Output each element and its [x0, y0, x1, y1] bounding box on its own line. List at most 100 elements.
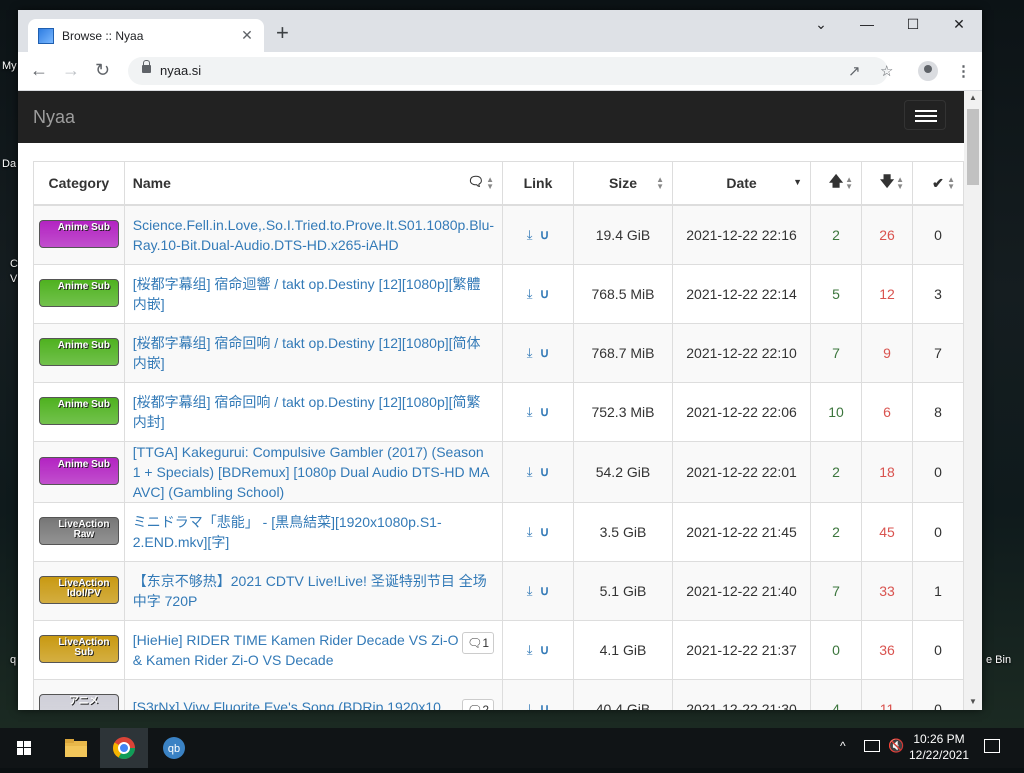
bookmark-star-icon[interactable]: ☆: [880, 62, 893, 80]
torrent-name-link[interactable]: ミニドラマ「悲能」 - [黒鳥結菜][1920x1080p.S1-2.END.m…: [133, 514, 442, 550]
column-header-completed[interactable]: ✔ ▲ ▼: [912, 161, 964, 206]
desktop-icon-label[interactable]: My: [2, 60, 17, 72]
favicon-icon: [38, 27, 54, 44]
close-window-button[interactable]: ✕: [936, 16, 982, 33]
address-bar[interactable]: nyaa.si: [128, 57, 888, 85]
desktop-icon-label[interactable]: Da: [2, 158, 16, 170]
seeders-cell: 2: [810, 502, 863, 562]
size-cell: 5.1 GiB: [572, 561, 674, 621]
torrent-name-link[interactable]: [桜都字幕组] 宿命回响 / takt op.Destiny [12][1080…: [133, 394, 481, 430]
lock-icon[interactable]: [142, 60, 151, 73]
leechers-cell: 26: [861, 204, 914, 265]
desktop-icon-label[interactable]: C: [10, 258, 18, 270]
comments-badge[interactable]: 🗨2: [462, 699, 495, 710]
category-badge[interactable]: Anime Sub: [38, 396, 119, 425]
category-badge[interactable]: LiveAction Sub: [38, 634, 119, 663]
column-header-size[interactable]: Size ▲ ▼: [572, 161, 674, 206]
category-badge[interactable]: Anime Sub: [38, 278, 119, 307]
name-cell: [桜都字幕组] 宿命回响 / takt op.Destiny [12][1080…: [123, 323, 504, 383]
magnet-icon[interactable]: ∪: [540, 404, 550, 419]
magnet-icon[interactable]: ∪: [540, 642, 550, 657]
desktop-icon-label[interactable]: e Bin: [986, 654, 1011, 666]
back-arrow-icon[interactable]: ←: [30, 60, 48, 80]
qbittorrent-icon[interactable]: qb: [150, 728, 198, 768]
system-clock[interactable]: 10:26 PM 12/22/2021: [906, 731, 972, 763]
site-brand[interactable]: Nyaa: [33, 107, 75, 128]
forward-arrow-icon[interactable]: →: [62, 60, 80, 80]
browser-tab[interactable]: Browse :: Nyaa ✕: [28, 19, 264, 52]
hamburger-menu-icon[interactable]: [904, 100, 946, 130]
torrent-name-link[interactable]: [桜都字幕组] 宿命回响 / takt op.Destiny [12][1080…: [133, 335, 481, 371]
download-icon[interactable]: ⤓: [527, 524, 533, 539]
file-explorer-icon[interactable]: [52, 728, 100, 768]
category-badge[interactable]: Anime Sub: [38, 456, 119, 485]
category-badge[interactable]: アニメ: [38, 693, 119, 710]
tab-close-icon[interactable]: ✕: [238, 27, 256, 44]
category-badge[interactable]: LiveAction Raw: [38, 516, 119, 545]
download-icon[interactable]: ⤓: [527, 464, 533, 479]
desktop-icon-label[interactable]: q: [10, 654, 16, 666]
download-icon[interactable]: ⤓: [527, 227, 533, 242]
url-text[interactable]: nyaa.si: [160, 63, 201, 78]
category-label: Anime Sub: [57, 339, 110, 351]
category-badge[interactable]: Anime Sub: [38, 337, 119, 366]
new-tab-button[interactable]: +: [276, 22, 289, 44]
torrent-name-link[interactable]: [桜都字幕组] 宿命迴響 / takt op.Destiny [12][1080…: [133, 276, 481, 312]
magnet-icon[interactable]: ∪: [540, 227, 550, 242]
download-icon[interactable]: ⤓: [527, 404, 533, 419]
torrent-name-link[interactable]: Science.Fell.in.Love,.So.I.Tried.to.Prov…: [133, 217, 494, 253]
menu-kebab-icon[interactable]: ⋮: [956, 62, 971, 80]
profile-avatar-icon[interactable]: [918, 61, 938, 81]
download-icon[interactable]: ⤓: [527, 701, 533, 710]
completed-cell: 1: [912, 561, 964, 621]
magnet-icon[interactable]: ∪: [540, 286, 550, 301]
sort-icon[interactable]: ▲ ▼: [845, 176, 853, 191]
vertical-scrollbar[interactable]: ▲ ▼: [964, 91, 982, 710]
column-header-seeders[interactable]: 🡅 ▲ ▼: [810, 161, 863, 206]
sort-icon[interactable]: ▲ ▼: [896, 176, 904, 191]
column-header-category[interactable]: Category: [33, 161, 125, 206]
tray-expand-icon[interactable]: ^: [840, 739, 846, 753]
notifications-icon[interactable]: [984, 739, 1000, 753]
magnet-icon[interactable]: ∪: [540, 583, 550, 598]
desktop-icon-label[interactable]: V: [10, 273, 17, 285]
clock-time: 10:26 PM: [913, 732, 965, 746]
scroll-up-icon[interactable]: ▲: [969, 93, 977, 102]
chrome-taskbar-icon[interactable]: [100, 728, 148, 768]
sort-icon[interactable]: ▲ ▼: [947, 176, 955, 191]
tab-search-icon[interactable]: ⌄: [798, 16, 844, 33]
volume-muted-icon[interactable]: 🔇: [888, 738, 904, 754]
download-icon[interactable]: ⤓: [527, 642, 533, 657]
sort-icon[interactable]: ▲ ▼: [486, 176, 494, 191]
download-icon[interactable]: ⤓: [527, 345, 533, 360]
sort-icon[interactable]: ▲ ▼: [656, 176, 664, 191]
column-header-leechers[interactable]: 🡇 ▲ ▼: [861, 161, 914, 206]
column-header-date[interactable]: Date ▼: [672, 161, 812, 206]
size-cell: 768.7 MiB: [572, 323, 674, 383]
sort-desc-icon[interactable]: ▼: [793, 178, 802, 187]
magnet-icon[interactable]: ∪: [540, 345, 550, 360]
scrollbar-thumb[interactable]: [967, 109, 979, 185]
torrent-name-link[interactable]: [S3rNx] Vivy Fluorite Eye's Song (BDRip …: [133, 699, 441, 710]
download-icon[interactable]: ⤓: [527, 286, 533, 301]
scroll-down-icon[interactable]: ▼: [969, 697, 977, 706]
reload-icon[interactable]: ↻: [95, 60, 110, 80]
download-icon[interactable]: ⤓: [527, 583, 533, 598]
torrent-name-link[interactable]: 【东京不够热】2021 CDTV Live!Live! 圣诞特别节目 全场中字 …: [133, 573, 487, 609]
start-button[interactable]: [0, 728, 48, 768]
seeders-cell: 10: [810, 382, 863, 442]
completed-cell: 0: [912, 204, 964, 265]
share-icon[interactable]: ↗: [848, 62, 861, 80]
minimize-button[interactable]: —: [844, 16, 890, 32]
torrent-name-link[interactable]: [HieHie] RIDER TIME Kamen Rider Decade V…: [133, 632, 459, 668]
category-badge[interactable]: Anime Sub: [38, 219, 119, 248]
magnet-icon[interactable]: ∪: [540, 701, 550, 710]
maximize-button[interactable]: ☐: [890, 16, 936, 33]
category-badge[interactable]: LiveAction Idol/PV: [38, 575, 119, 604]
comments-badge[interactable]: 🗨1: [462, 632, 495, 654]
magnet-icon[interactable]: ∪: [540, 464, 550, 479]
column-header-name[interactable]: Name 🗨 ▲ ▼: [123, 161, 504, 206]
torrent-name-link[interactable]: [TTGA] Kakegurui: Compulsive Gambler (20…: [133, 444, 489, 500]
magnet-icon[interactable]: ∪: [540, 524, 550, 539]
network-icon[interactable]: [864, 740, 880, 752]
